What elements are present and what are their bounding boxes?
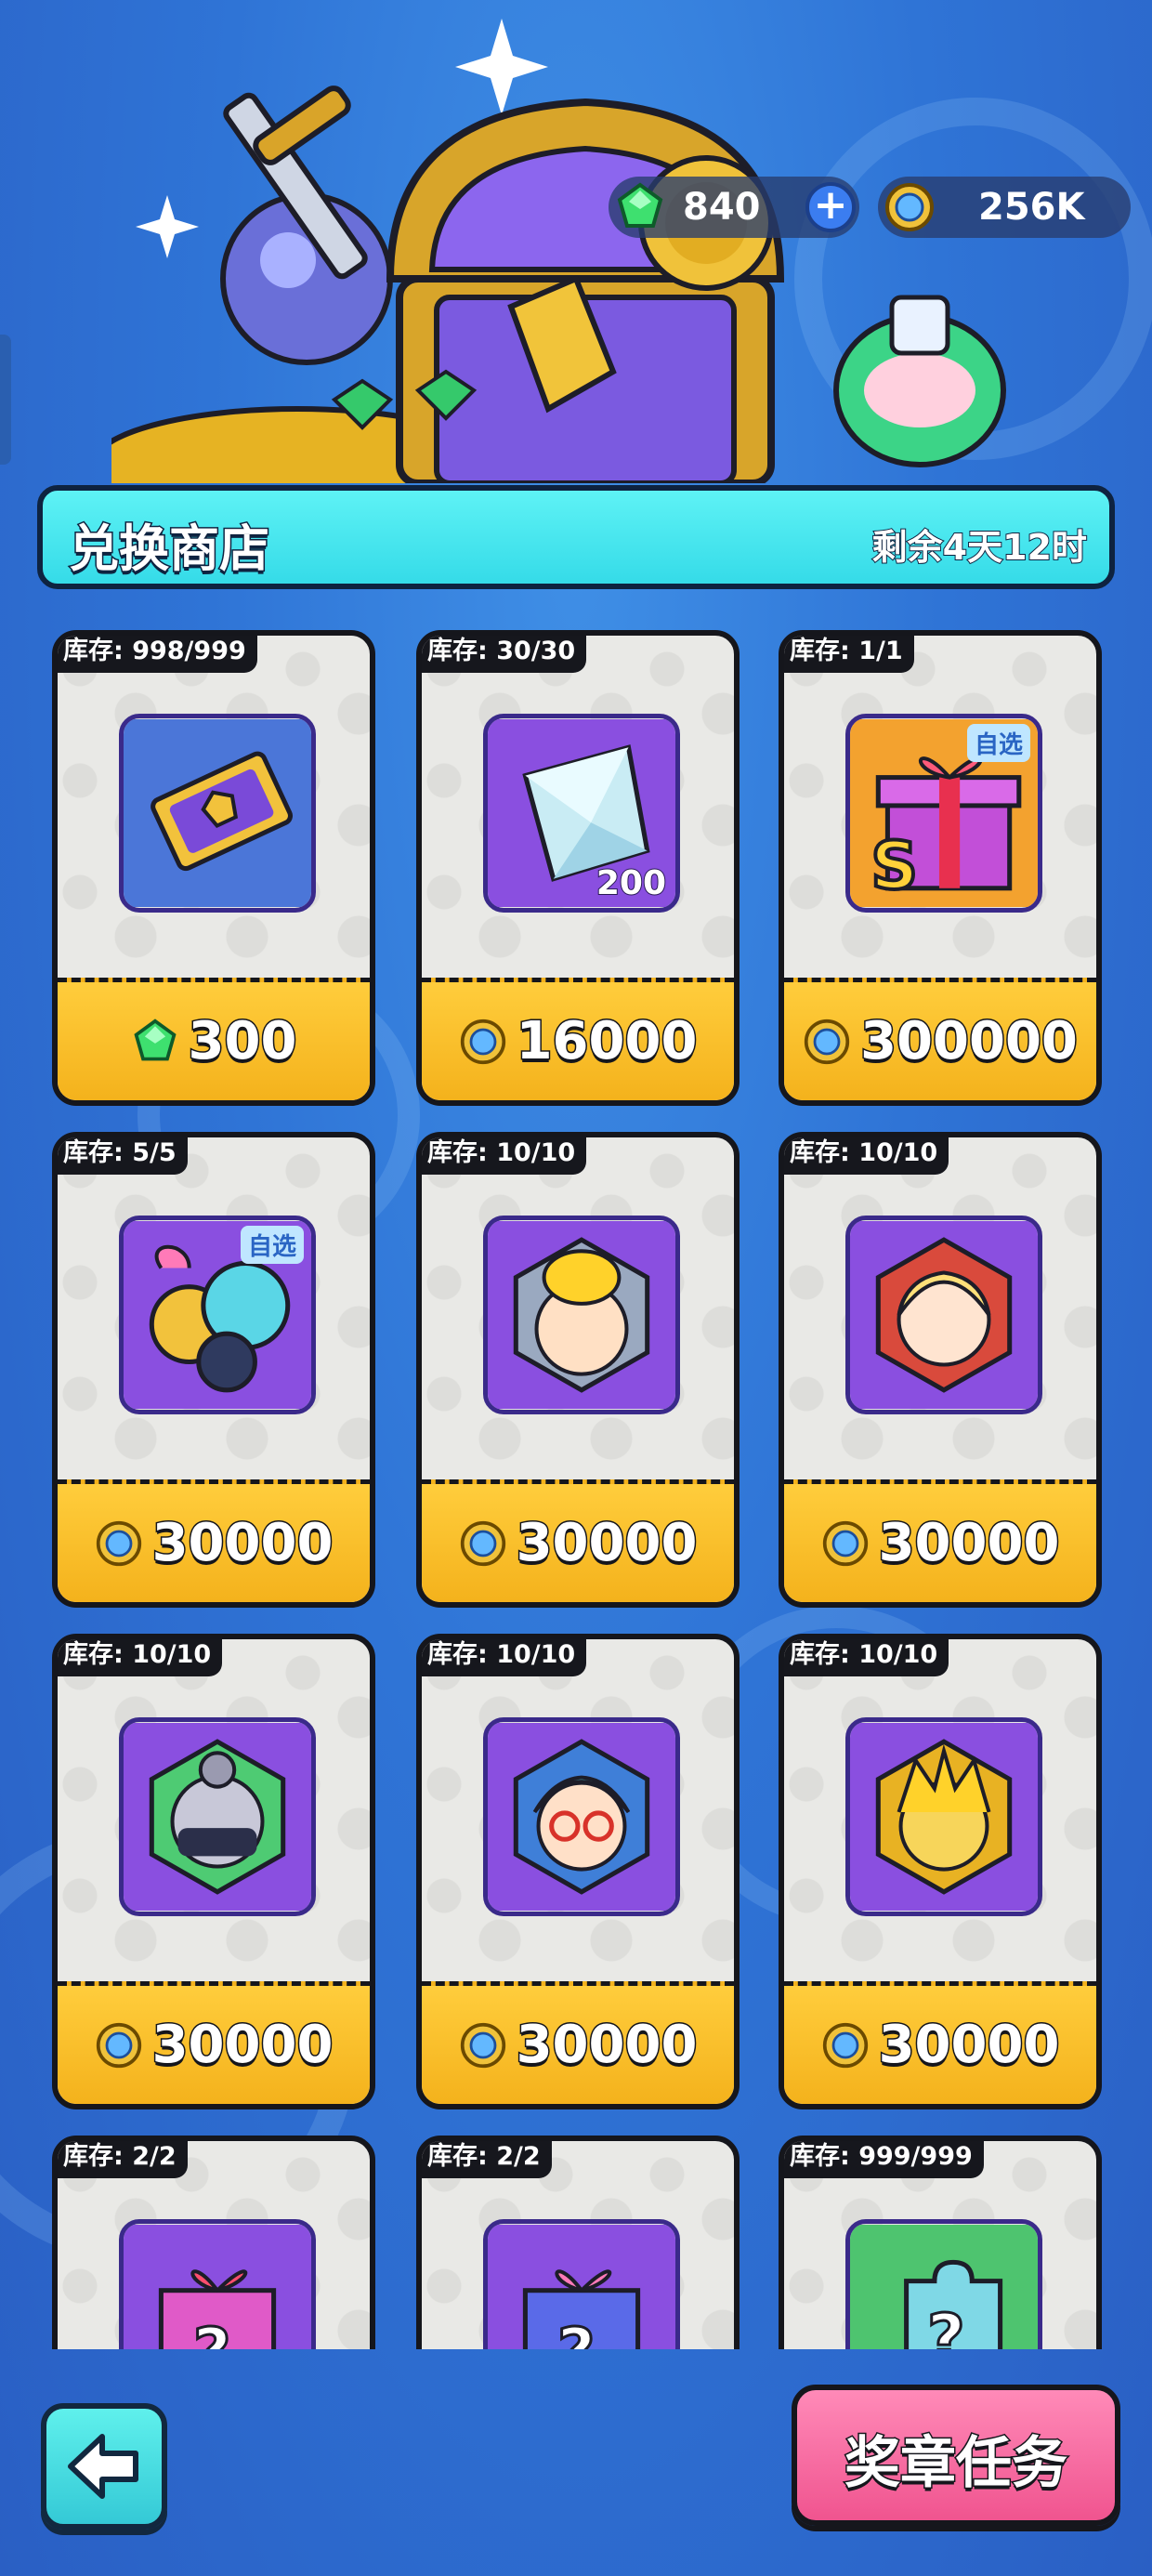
stock-label: 库存: 2/2: [422, 2141, 552, 2178]
mystery-puzzle-icon: ?: [845, 2219, 1042, 2349]
coin-count: 256K: [978, 186, 1085, 229]
coin-icon: [95, 2021, 143, 2070]
ticket-icon: [119, 714, 316, 913]
gem-balance: 840 +: [609, 177, 859, 238]
stock-label: 库存: 2/2: [58, 2141, 188, 2178]
stock-label: 库存: 10/10: [784, 1639, 949, 1676]
price-value: 16000: [515, 1010, 699, 1073]
shop-item-card[interactable]: ? 库存: 2/2: [52, 2136, 375, 2349]
shop-item-card[interactable]: 库存: 10/10 30000: [779, 1132, 1102, 1608]
stock-label: 库存: 998/999: [58, 636, 257, 673]
arrow-left-icon: [68, 2434, 138, 2499]
stock-label: 库存: 1/1: [784, 636, 914, 673]
price-value: 30000: [515, 2014, 699, 2077]
buy-button[interactable]: 30000: [422, 1479, 734, 1602]
buy-button[interactable]: 30000: [784, 1479, 1096, 1602]
hero-golden-icon: [845, 1717, 1042, 1916]
gem-icon: [617, 182, 663, 228]
hero-blonde-girl-icon: [845, 1216, 1042, 1414]
price-value: 30000: [151, 1512, 334, 1575]
buy-button[interactable]: 30000: [784, 1981, 1096, 2104]
price: 16000: [422, 982, 734, 1100]
gem-count: 840: [683, 186, 761, 229]
price: 300: [58, 982, 370, 1100]
price: 300000: [784, 982, 1096, 1100]
buy-button[interactable]: 300000: [784, 978, 1096, 1100]
optional-choice-tag: 自选: [966, 724, 1030, 762]
shop-title-bar: 兑换商店 剩余4天12时: [37, 485, 1115, 589]
shop-item-card[interactable]: S 自选 库存: 1/1 300000: [779, 630, 1102, 1106]
buy-button[interactable]: 30000: [58, 1981, 370, 2104]
coin-icon: [821, 1519, 870, 1568]
shop-item-card[interactable]: 库存: 10/10 30000: [52, 1634, 375, 2109]
stock-label: 库存: 999/999: [784, 2141, 984, 2178]
shop-item-grid: 库存: 998/999 300 200 库存: 30/30 16000 S 自选 库存: …: [0, 613, 1152, 2349]
gem-icon: [131, 1018, 179, 1066]
side-drawer-handle[interactable]: [0, 335, 11, 465]
stock-label: 库存: 10/10: [784, 1137, 949, 1175]
svg-text:S: S: [871, 827, 918, 904]
shop-timer: 剩余4天12时: [871, 526, 1088, 569]
add-gems-button[interactable]: +: [805, 182, 856, 232]
stock-label: 库存: 10/10: [58, 1639, 223, 1676]
coin-icon: [459, 1018, 507, 1066]
coin-icon: [803, 1018, 851, 1066]
stock-label: 库存: 30/30: [422, 636, 587, 673]
buy-button[interactable]: 300: [58, 978, 370, 1100]
gift-box-icon: S 自选: [845, 714, 1042, 913]
coin-icon: [95, 1519, 143, 1568]
price-value: 300: [187, 1010, 298, 1073]
price-value: 30000: [877, 1512, 1061, 1575]
coin-icon: [459, 1519, 507, 1568]
price: 30000: [784, 1484, 1096, 1602]
price-value: 30000: [151, 2014, 334, 2077]
svg-text:?: ?: [557, 2314, 596, 2349]
shop-item-card[interactable]: ? 库存: 999/999: [779, 2136, 1102, 2349]
stock-label: 库存: 10/10: [422, 1137, 587, 1175]
buy-button[interactable]: 16000: [422, 978, 734, 1100]
hero-ninja-icon: [119, 1717, 316, 1916]
hero-glasses-icon: [483, 1717, 680, 1916]
shop-item-card[interactable]: ? 库存: 2/2: [416, 2136, 740, 2349]
shop-item-card[interactable]: 库存: 10/10 30000: [416, 1634, 740, 2109]
shop-item-card[interactable]: 库存: 998/999 300: [52, 630, 375, 1106]
shop-title: 兑换商店: [68, 519, 271, 580]
price: 30000: [784, 1986, 1096, 2104]
shop-item-card[interactable]: 200 库存: 30/30 16000: [416, 630, 740, 1106]
medal-task-label: 奖章任务: [844, 2430, 1069, 2498]
shop-item-card[interactable]: 库存: 10/10 30000: [416, 1132, 740, 1608]
stock-label: 库存: 10/10: [422, 1639, 587, 1676]
crystal-icon: 200: [483, 714, 680, 913]
item-quantity: 200: [596, 863, 667, 903]
shop-item-card[interactable]: 库存: 10/10 30000: [779, 1634, 1102, 2109]
optional-choice-tag: 自选: [240, 1226, 304, 1264]
price-value: 300000: [859, 1010, 1080, 1073]
price: 30000: [422, 1484, 734, 1602]
stock-label: 库存: 5/5: [58, 1137, 188, 1175]
svg-text:?: ?: [927, 2299, 965, 2349]
buy-button[interactable]: 30000: [58, 1479, 370, 1602]
hero-blonde-boy-icon: [483, 1216, 680, 1414]
shop-item-card[interactable]: 自选 库存: 5/5 30000: [52, 1132, 375, 1608]
svg-text:?: ?: [193, 2314, 231, 2349]
price-value: 30000: [515, 1512, 699, 1575]
coin-balance: 256K: [878, 177, 1131, 238]
coin-icon: [459, 2021, 507, 2070]
coin-icon: [821, 2021, 870, 2070]
price-value: 30000: [877, 2014, 1061, 2077]
buy-button[interactable]: 30000: [422, 1981, 734, 2104]
back-button[interactable]: [41, 2403, 167, 2530]
treasure-chest-banner: [90, 0, 1022, 523]
price: 30000: [58, 1484, 370, 1602]
coin-icon: [885, 183, 934, 231]
price: 30000: [58, 1986, 370, 2104]
mystery-box-blue-icon: ?: [483, 2219, 680, 2349]
hero-bundle-icon: 自选: [119, 1216, 316, 1414]
mystery-box-pink-icon: ?: [119, 2219, 316, 2349]
price: 30000: [422, 1986, 734, 2104]
medal-task-button[interactable]: 奖章任务: [792, 2385, 1120, 2526]
